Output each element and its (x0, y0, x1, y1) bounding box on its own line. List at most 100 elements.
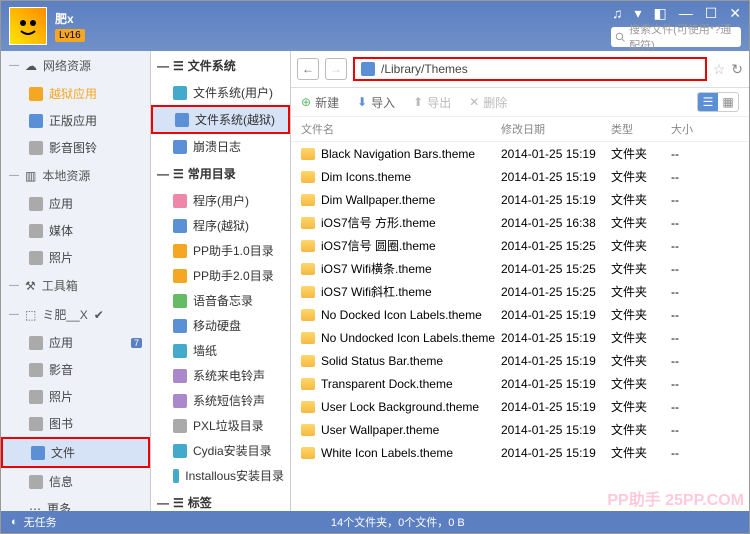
file-name: White Icon Labels.theme (321, 446, 453, 460)
file-row[interactable]: iOS7信号 圆圈.theme2014-01-25 15:25文件夹-- (291, 234, 749, 257)
col-date[interactable]: 修改日期 (501, 121, 611, 137)
file-date: 2014-01-25 15:19 (501, 423, 611, 437)
file-row[interactable]: User Wallpaper.theme2014-01-25 15:19文件夹-… (291, 418, 749, 441)
new-button[interactable]: ⊕新建 (301, 94, 339, 111)
sidebar-item-device-books[interactable]: 图书 (1, 410, 150, 437)
search-input[interactable]: 搜索文件(可使用*?通配符) (611, 27, 741, 47)
file-size: -- (671, 354, 711, 368)
bookmark-button[interactable]: ☆ (713, 61, 726, 78)
folder-icon (301, 355, 315, 367)
maximize-icon[interactable]: ☐ (705, 5, 718, 22)
sidebar-item-device-files[interactable]: 文件 (1, 437, 150, 468)
view-toggle: ☰ ▦ (697, 92, 739, 112)
sidebar-group-network[interactable]: —☁网络资源 (1, 51, 150, 80)
file-date: 2014-01-25 15:19 (501, 377, 611, 391)
sidebar-item-local-media[interactable]: 媒体 (1, 217, 150, 244)
export-button[interactable]: ⬆导出 (413, 94, 451, 111)
sidebar-item-local-apps[interactable]: 应用 (1, 190, 150, 217)
sidebar-item-jailbreak-apps[interactable]: 越狱应用 (1, 80, 150, 107)
fs-group-filesystem[interactable]: —☰文件系统 (151, 51, 290, 80)
file-type: 文件夹 (611, 444, 671, 461)
sidebar-group-toolbox[interactable]: —⚒工具箱 (1, 271, 150, 300)
col-size[interactable]: 大小 (671, 121, 711, 137)
folder-icon (301, 240, 315, 252)
file-name: No Undocked Icon Labels.theme (321, 331, 495, 345)
path-input[interactable]: /Library/Themes (353, 57, 707, 81)
folder-icon (301, 194, 315, 206)
back-button[interactable]: ← (297, 58, 319, 80)
fs-group-tags[interactable]: —☰标签 (151, 488, 290, 511)
close-icon[interactable]: ✕ (729, 5, 741, 22)
fs-item-pp10[interactable]: PP助手1.0目录 (151, 238, 290, 263)
file-size: -- (671, 193, 711, 207)
fs-item-crashlogs[interactable]: 崩溃日志 (151, 134, 290, 159)
dropdown-icon[interactable]: ▾ (634, 5, 641, 22)
sidebar-item-device-more[interactable]: ⋯更多 (1, 495, 150, 511)
file-row[interactable]: Dim Icons.theme2014-01-25 15:19文件夹-- (291, 165, 749, 188)
list-view-button[interactable]: ☰ (698, 93, 718, 111)
sidebar-item-device-info[interactable]: 信息 (1, 468, 150, 495)
fs-item-cydia[interactable]: Cydia安装目录 (151, 438, 290, 463)
delete-button[interactable]: ✕删除 (469, 94, 507, 111)
file-type: 文件夹 (611, 260, 671, 277)
forward-button[interactable]: → (325, 58, 347, 80)
file-name: iOS7 Wifi斜杠.theme (321, 283, 432, 300)
file-name: User Lock Background.theme (321, 400, 479, 414)
file-row[interactable]: Black Navigation Bars.theme2014-01-25 15… (291, 142, 749, 165)
import-button[interactable]: ⬇导入 (357, 94, 395, 111)
fs-item-sms[interactable]: 系统短信铃声 (151, 388, 290, 413)
file-row[interactable]: Dim Wallpaper.theme2014-01-25 15:19文件夹-- (291, 188, 749, 211)
fs-item-programs-user[interactable]: 程序(用户) (151, 188, 290, 213)
avatar[interactable] (9, 7, 47, 45)
fs-item-drive[interactable]: 移动硬盘 (151, 313, 290, 338)
col-name[interactable]: 文件名 (301, 121, 501, 137)
fs-group-common[interactable]: —☰常用目录 (151, 159, 290, 188)
file-list-header: 文件名 修改日期 类型 大小 (291, 117, 749, 142)
file-row[interactable]: iOS7 Wifi横条.theme2014-01-25 15:25文件夹-- (291, 257, 749, 280)
file-row[interactable]: iOS7信号 方形.theme2014-01-25 16:38文件夹-- (291, 211, 749, 234)
file-type: 文件夹 (611, 145, 671, 162)
sidebar-group-device[interactable]: —⬚ミ肥__X✔ (1, 300, 150, 329)
fs-item-jailbreak[interactable]: 文件系统(越狱) (151, 105, 290, 134)
fs-item-user[interactable]: 文件系统(用户) (151, 80, 290, 105)
fs-item-pxl[interactable]: PXL垃圾目录 (151, 413, 290, 438)
fs-item-wallpaper[interactable]: 墙纸 (151, 338, 290, 363)
fs-item-pp20[interactable]: PP助手2.0目录 (151, 263, 290, 288)
file-row[interactable]: No Docked Icon Labels.theme 2014-01-25 15… (291, 303, 749, 326)
fs-item-programs-jb[interactable]: 程序(越狱) (151, 213, 290, 238)
skin-icon[interactable]: ◧ (653, 5, 666, 22)
file-row[interactable]: White Icon Labels.theme2014-01-25 15:19文… (291, 441, 749, 464)
file-date: 2014-01-25 15:25 (501, 285, 611, 299)
toolbar: ⊕新建 ⬇导入 ⬆导出 ✕删除 ☰ ▦ (291, 88, 749, 117)
sidebar-group-local[interactable]: —▥本地资源 (1, 161, 150, 190)
fs-item-voice[interactable]: 语音备忘录 (151, 288, 290, 313)
file-name: Solid Status Bar.theme (321, 354, 443, 368)
minimize-icon[interactable]: — (679, 5, 693, 22)
grid-view-button[interactable]: ▦ (718, 93, 738, 111)
sidebar-item-local-photos[interactable]: 照片 (1, 244, 150, 271)
folder-icon (301, 332, 315, 344)
file-row[interactable]: Transparent Dock.theme2014-01-25 15:19文件… (291, 372, 749, 395)
reload-button[interactable]: ↻ (731, 61, 743, 78)
sidebar-item-device-apps[interactable]: 应用7 (1, 329, 150, 356)
music-icon[interactable]: ♫ (612, 5, 623, 22)
sidebar-item-media-rings[interactable]: 影音图铃 (1, 134, 150, 161)
file-date: 2014-01-25 15:19 (501, 308, 611, 322)
sidebar-item-device-av[interactable]: 影音 (1, 356, 150, 383)
status-tasks: 无任务 (24, 514, 57, 530)
file-size: -- (671, 423, 711, 437)
folder-icon (301, 378, 315, 390)
file-type: 文件夹 (611, 237, 671, 254)
sidebar-item-official-apps[interactable]: 正版应用 (1, 107, 150, 134)
task-icon[interactable]: ◐ (11, 516, 18, 528)
file-name: No Docked Icon Labels.theme (321, 308, 482, 322)
file-row[interactable]: iOS7 Wifi斜杠.theme2014-01-25 15:25文件夹-- (291, 280, 749, 303)
file-row[interactable]: Solid Status Bar.theme2014-01-25 15:19文件… (291, 349, 749, 372)
sidebar-item-device-photos[interactable]: 照片 (1, 383, 150, 410)
fs-item-ringtone[interactable]: 系统来电铃声 (151, 363, 290, 388)
file-type: 文件夹 (611, 168, 671, 185)
col-type[interactable]: 类型 (611, 121, 671, 137)
fs-item-installous[interactable]: Installous安装目录 (151, 463, 290, 488)
file-row[interactable]: User Lock Background.theme2014-01-25 15:… (291, 395, 749, 418)
file-row[interactable]: No Undocked Icon Labels.theme2014-01-25 … (291, 326, 749, 349)
